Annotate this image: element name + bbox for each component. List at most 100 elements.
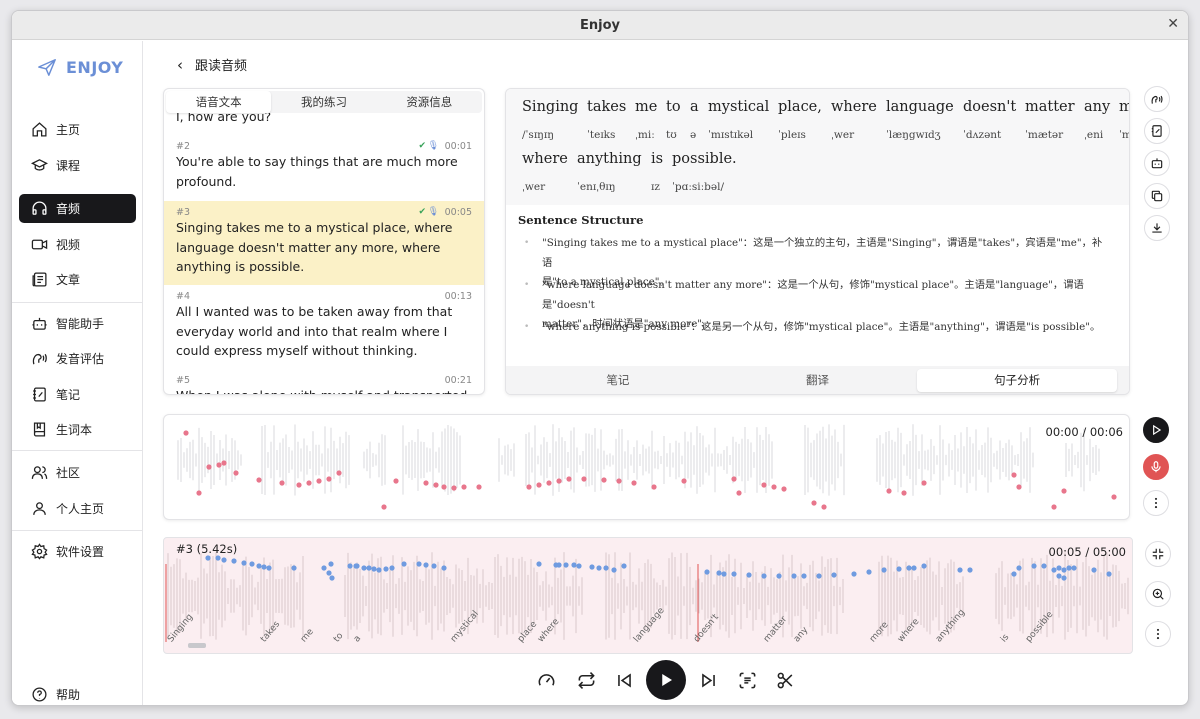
logo-icon bbox=[38, 59, 56, 76]
sidebar-item-vocabulary[interactable]: 生词本 bbox=[19, 415, 136, 444]
list-item-active[interactable]: #3 ✔ 🎙 00:05 Singing takes me to a mysti… bbox=[164, 201, 484, 285]
segment-text: I, how are you? bbox=[176, 111, 272, 124]
waveform-full[interactable]: 00:00 / 00:06 bbox=[163, 414, 1130, 520]
sentence-word[interactable]: possible. bbox=[672, 151, 737, 167]
sentence-word[interactable]: anything bbox=[577, 151, 642, 167]
sidebar-item-pronunciation[interactable]: 发音评估 bbox=[19, 344, 136, 373]
sentence-word[interactable]: takes bbox=[587, 99, 626, 115]
tab-sentence-analysis[interactable]: 句子分析 bbox=[917, 369, 1118, 392]
sidebar-item-notes[interactable]: 笔记 bbox=[19, 380, 136, 409]
zoom-button[interactable] bbox=[1145, 581, 1171, 607]
pitch-point bbox=[957, 567, 963, 573]
pitch-point bbox=[571, 562, 577, 568]
pitch-point bbox=[811, 500, 817, 506]
segment-time-code: 00:05 / 05:00 bbox=[1048, 545, 1126, 559]
sentence-word[interactable]: to bbox=[666, 99, 681, 115]
list-item[interactable]: I, how are you? bbox=[164, 111, 484, 127]
sentence-word[interactable]: matter bbox=[1025, 99, 1075, 115]
mic-icon: 🎙 bbox=[427, 207, 439, 217]
sidebar-item-audio[interactable]: 音频 bbox=[19, 194, 136, 223]
pitch-point bbox=[781, 486, 787, 492]
speed-button[interactable] bbox=[533, 667, 559, 693]
play-recording-button[interactable] bbox=[1143, 417, 1169, 443]
sentence-word[interactable]: any bbox=[1084, 99, 1110, 115]
sidebar-item-video[interactable]: 视频 bbox=[19, 230, 136, 259]
record-button[interactable] bbox=[1143, 454, 1169, 480]
pitch-point bbox=[776, 573, 782, 579]
sentence-word[interactable]: where bbox=[831, 99, 877, 115]
pitch-point bbox=[921, 563, 927, 569]
sentence-word[interactable]: Singing bbox=[522, 99, 578, 115]
download-button[interactable] bbox=[1144, 215, 1170, 241]
gauge-icon bbox=[538, 673, 554, 686]
pitch-point bbox=[896, 566, 902, 572]
sentence-word[interactable]: is bbox=[651, 151, 663, 167]
list-item[interactable]: #2 ✔ 🎙 00:01 You're able to say things t… bbox=[164, 135, 484, 201]
waveform-segment[interactable]: #3 (5.42s) 00:05 / 05:00 Singing takes me t… bbox=[163, 537, 1133, 654]
pitch-point bbox=[279, 480, 285, 486]
analysis-line: "Singing takes me to a mystical place"：这… bbox=[542, 237, 1103, 269]
pitch-point bbox=[196, 490, 202, 496]
tab-notes[interactable]: 笔记 bbox=[518, 369, 718, 392]
more-options-button[interactable] bbox=[1143, 490, 1169, 516]
app-logo[interactable]: ENJOY bbox=[36, 57, 123, 77]
pitch-point bbox=[1011, 472, 1017, 478]
pitch-point bbox=[771, 484, 777, 490]
sentence-word[interactable]: mystical bbox=[708, 99, 769, 115]
ipa-text: ˈenɪˌθɪŋ bbox=[577, 181, 616, 193]
pitch-point bbox=[589, 564, 595, 570]
tab-my-practice[interactable]: 我的练习 bbox=[271, 91, 376, 113]
sidebar-item-courses[interactable]: 课程 bbox=[19, 151, 136, 180]
pronunciation-icon bbox=[32, 353, 47, 365]
segment-label: #3 (5.42s) bbox=[176, 542, 238, 556]
tab-transcript[interactable]: 语音文本 bbox=[166, 91, 272, 113]
analysis-bullet: "where anything is possible"：这是另一个从句，修饰"… bbox=[542, 318, 1112, 338]
pitch-point bbox=[721, 571, 727, 577]
sentence-word[interactable]: me bbox=[635, 99, 657, 115]
sidebar-item-settings[interactable]: 软件设置 bbox=[19, 537, 136, 566]
sidebar-item-home[interactable]: 主页 bbox=[19, 115, 136, 144]
cut-button[interactable] bbox=[772, 667, 798, 693]
sentence-word[interactable]: where bbox=[522, 151, 568, 167]
pitch-point bbox=[354, 563, 360, 569]
copy-button[interactable] bbox=[1144, 183, 1170, 209]
mic-icon bbox=[1151, 461, 1161, 473]
pitch-point bbox=[1041, 563, 1047, 569]
pronunciation-button[interactable] bbox=[1144, 86, 1170, 112]
sentence-word[interactable]: a bbox=[690, 99, 699, 115]
help-button[interactable]: 帮助 bbox=[19, 680, 136, 705]
sentence-word[interactable]: more, bbox=[1119, 99, 1129, 115]
list-item[interactable]: #5 00:21 When I was alone with myself an… bbox=[164, 369, 484, 394]
pitch-point bbox=[423, 562, 429, 568]
note-button[interactable] bbox=[1144, 118, 1170, 144]
close-icon[interactable]: ✕ bbox=[1167, 16, 1179, 32]
pitch-point bbox=[1106, 571, 1112, 577]
download-icon bbox=[1152, 223, 1162, 233]
collapse-button[interactable] bbox=[1145, 541, 1171, 567]
focus-button[interactable] bbox=[734, 667, 760, 693]
tab-resource-info[interactable]: 资源信息 bbox=[377, 91, 482, 113]
play-button[interactable] bbox=[646, 660, 686, 700]
sentence-word[interactable]: language bbox=[886, 99, 954, 115]
sidebar-item-community[interactable]: 社区 bbox=[19, 458, 136, 487]
next-button[interactable] bbox=[695, 667, 721, 693]
horizontal-scrollbar[interactable] bbox=[188, 643, 206, 648]
sidebar-item-profile[interactable]: 个人主页 bbox=[19, 494, 136, 523]
previous-button[interactable] bbox=[611, 667, 637, 693]
pitch-point bbox=[791, 573, 797, 579]
sentence-word[interactable]: doesn't bbox=[963, 99, 1016, 115]
sidebar-item-assistant[interactable]: 智能助手 bbox=[19, 309, 136, 338]
pitch-point bbox=[716, 570, 722, 576]
app-window: Enjoy ✕ ENJOY 主页 课程 音频 视频 文章 智能助手 发音评估 笔… bbox=[11, 10, 1189, 706]
sentence-word[interactable]: place, bbox=[778, 99, 822, 115]
list-item[interactable]: #4 00:13 All I wanted was to be taken aw… bbox=[164, 285, 484, 369]
assistant-button[interactable] bbox=[1144, 150, 1170, 176]
segment-more-button[interactable] bbox=[1145, 621, 1171, 647]
back-icon[interactable]: ‹ bbox=[177, 56, 183, 74]
pitch-point bbox=[736, 490, 742, 496]
sidebar-item-articles[interactable]: 文章 bbox=[19, 265, 136, 294]
repeat-button[interactable] bbox=[573, 667, 599, 693]
tab-translation[interactable]: 翻译 bbox=[718, 369, 918, 392]
segment-text: All I wanted was to be taken away from t… bbox=[176, 304, 453, 358]
pitch-point bbox=[563, 562, 569, 568]
